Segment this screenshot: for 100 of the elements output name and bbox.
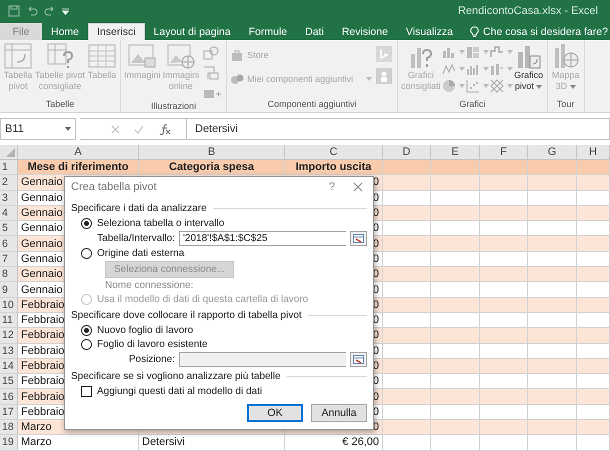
row-header[interactable]: 18: [0, 420, 18, 436]
cell-text: Categoria spesa: [169, 161, 254, 174]
caret-icon: [65, 127, 71, 131]
cell-text: Gennaio: [21, 268, 63, 280]
check-icon[interactable]: [134, 124, 144, 134]
line-chart-icon[interactable]: [442, 62, 456, 76]
select-all-button[interactable]: [0, 145, 18, 160]
customize-icon[interactable]: [62, 8, 69, 14]
cell-text: Febbraio: [21, 375, 64, 388]
window-title: RendicontoCasa.xlsx - Excel: [458, 5, 599, 17]
ribbon-tab[interactable]: Inserisci: [88, 23, 145, 40]
row-header[interactable]: 11: [0, 312, 18, 328]
cancel-button[interactable]: Annulla: [311, 404, 367, 422]
cell-text: Gennaio: [21, 238, 63, 250]
row-header[interactable]: 13: [0, 344, 18, 359]
ribbon-tab[interactable]: Formule: [240, 23, 296, 40]
row-header[interactable]: 6: [0, 236, 18, 252]
ribbon-tab[interactable]: Visualizza: [396, 23, 462, 40]
column-header[interactable]: H: [577, 145, 610, 160]
scatter-chart-icon[interactable]: [466, 79, 480, 93]
radio-label: Nuovo foglio di lavoro: [97, 324, 194, 336]
table-question-icon: [45, 42, 76, 70]
checkbox[interactable]: [81, 386, 92, 396]
input-field[interactable]: '2018'!$A$1:$C$25: [179, 230, 346, 246]
help-button[interactable]: ?: [328, 181, 335, 193]
function-icon[interactable]: [158, 124, 171, 134]
formula-field[interactable]: Detersivi: [186, 118, 610, 140]
range-picker-button[interactable]: [350, 352, 367, 366]
range-picker-button[interactable]: [350, 230, 367, 246]
radio-button[interactable]: [81, 218, 92, 228]
row-header[interactable]: 2: [0, 175, 18, 191]
column-header[interactable]: G: [528, 145, 577, 160]
bag-icon: [230, 48, 244, 62]
name-box[interactable]: B11: [0, 118, 76, 140]
caret-icon: [482, 84, 489, 88]
row-header[interactable]: 4: [0, 206, 18, 222]
column-header[interactable]: D: [383, 145, 431, 160]
column-header[interactable]: E: [431, 145, 480, 160]
caret-icon: [482, 50, 489, 54]
field-label: Tabella/Intervallo:: [96, 232, 175, 244]
save-icon[interactable]: [8, 5, 20, 17]
dialog-title: Crea tabella pivot: [71, 181, 158, 193]
radar-chart-icon[interactable]: [490, 79, 504, 93]
cell-text: Gennaio: [21, 222, 63, 234]
column-header[interactable]: A: [18, 145, 139, 160]
cell-text: Febbraio: [21, 298, 64, 311]
radio-button[interactable]: [81, 338, 92, 350]
column-chart-icon[interactable]: [442, 45, 456, 59]
group-label: Illustrazioni: [150, 101, 198, 112]
statistic-chart-icon[interactable]: [466, 62, 480, 76]
undo-icon[interactable]: [26, 5, 38, 17]
ribbon-button[interactable]: Grafico pivot: [512, 42, 545, 91]
row-header[interactable]: 9: [0, 282, 18, 298]
row-header[interactable]: 15: [0, 374, 18, 390]
cell-text: Marzo: [21, 421, 52, 434]
row-header[interactable]: 8: [0, 267, 18, 282]
cell-text: Febbraio: [21, 314, 64, 326]
radio-button[interactable]: [81, 324, 92, 336]
range-picker-icon: [353, 354, 364, 364]
row-header[interactable]: 17: [0, 404, 18, 420]
close-icon: [353, 182, 363, 192]
tell-me-field[interactable]: Che cosa si desidera fare?: [483, 26, 608, 38]
radio-button[interactable]: [81, 248, 92, 258]
row-header[interactable]: 12: [0, 328, 18, 344]
row-header[interactable]: 14: [0, 358, 18, 374]
column-header[interactable]: F: [480, 145, 528, 160]
ribbon-tab[interactable]: Home: [42, 23, 88, 40]
ribbon-tab[interactable]: Layout di pagina: [144, 23, 240, 40]
row-header[interactable]: 5: [0, 221, 18, 236]
column-header[interactable]: B: [139, 145, 285, 160]
row-header[interactable]: 7: [0, 252, 18, 268]
cancel-icon[interactable]: [111, 124, 120, 134]
combo-chart-icon[interactable]: [490, 62, 504, 76]
caret-icon: [482, 67, 489, 71]
cell-text: Febbraio: [21, 360, 64, 372]
ribbon-tab[interactable]: Revisione: [332, 23, 397, 40]
cell-text: Detersivi: [142, 436, 185, 448]
row-header[interactable]: 3: [0, 190, 18, 206]
cell-text: € 26,00: [342, 436, 379, 448]
group-label: Grafici: [458, 99, 486, 111]
column-header[interactable]: C: [285, 145, 383, 160]
table-icon: [87, 42, 118, 70]
cell-text: Febbraio: [21, 406, 64, 418]
people-graph-icon: [375, 67, 394, 85]
redo-icon[interactable]: [44, 5, 56, 17]
caret-icon: [458, 50, 465, 54]
lightbulb-icon[interactable]: [470, 26, 480, 38]
cell-text: Gennaio: [21, 284, 63, 296]
row-header[interactable]: 1: [0, 160, 18, 176]
hierarchy-chart-icon[interactable]: [466, 45, 480, 59]
group-label: Tour: [556, 99, 576, 111]
connection-name-label: Nome connessione:: [105, 280, 194, 290]
row-header[interactable]: 16: [0, 389, 18, 405]
row-header[interactable]: 10: [0, 298, 18, 313]
caret-icon: [506, 67, 513, 71]
pie-chart-icon[interactable]: [442, 79, 456, 93]
waterfall-chart-icon[interactable]: [490, 45, 504, 59]
ribbon-tab[interactable]: Dati: [296, 23, 333, 40]
ok-button[interactable]: OK: [247, 404, 303, 422]
row-header[interactable]: 19: [0, 435, 18, 451]
